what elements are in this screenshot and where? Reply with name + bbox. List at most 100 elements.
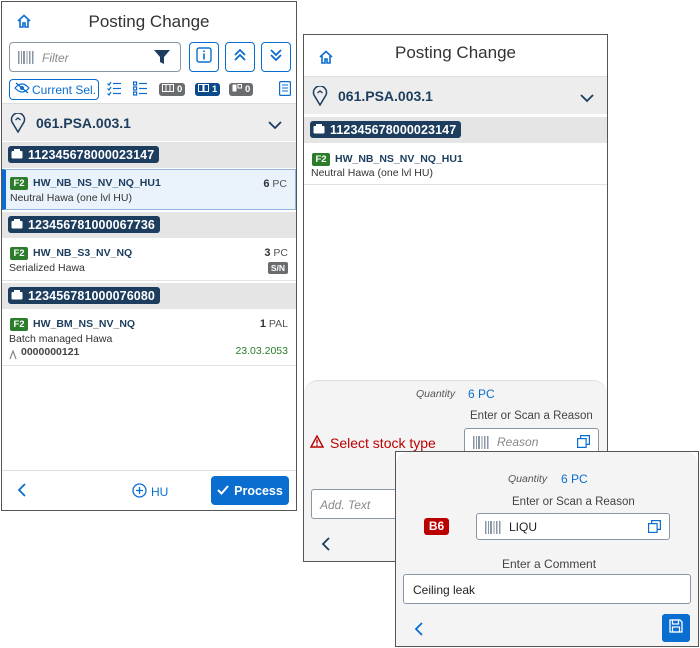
- current-selection-button[interactable]: Current Sel.: [9, 79, 99, 100]
- scroll-up-button[interactable]: [225, 42, 255, 72]
- save-icon: [669, 618, 683, 638]
- quantity-value: 6 PC: [561, 472, 588, 486]
- chip-hu-count-value: 0: [245, 84, 251, 95]
- page-title: Posting Change: [395, 43, 516, 62]
- hu-tag: 123456781000076080: [8, 287, 160, 304]
- stock-icon: [162, 84, 174, 95]
- filter-placeholder: Filter: [42, 51, 69, 65]
- chip-hu-count[interactable]: 0: [229, 83, 254, 96]
- hu-icon: [11, 289, 23, 303]
- eye-off-icon: [14, 82, 30, 97]
- hu-icon: [11, 148, 23, 162]
- chip-stock-count[interactable]: 0: [159, 83, 186, 96]
- hu-number: 112345678000023147: [330, 122, 457, 137]
- current-selection-label: Current Sel.: [32, 82, 97, 97]
- comment-input[interactable]: Ceiling leak: [403, 574, 691, 604]
- shelf-life-date: 23.03.2053: [235, 345, 288, 357]
- quantity-value: 1: [259, 318, 266, 330]
- info-icon: [196, 46, 212, 68]
- hu-icon: [11, 218, 23, 232]
- reason-input[interactable]: LIQU: [476, 513, 670, 540]
- batch-icon: [9, 347, 17, 365]
- reason-label: Enter or Scan a Reason: [512, 496, 635, 508]
- barcode-icon: [485, 521, 501, 539]
- book-icon: [198, 84, 209, 95]
- add-circle-icon: [132, 483, 147, 501]
- storage-bin-label: 061.PSA.003.1: [338, 88, 433, 104]
- add-hu-label: HU: [151, 485, 169, 499]
- quantity-label: Quantity: [416, 388, 456, 400]
- comment-label: Enter a Comment: [502, 557, 597, 571]
- product-description: Batch managed Hawa: [9, 333, 113, 345]
- quantity-value: 6: [263, 178, 270, 190]
- title-bar: Posting Change: [304, 35, 607, 75]
- info-button[interactable]: [189, 42, 219, 72]
- list-item[interactable]: F2 HW_NB_NS_NV_NQ_HU1 Neutral Hawa (one …: [2, 169, 296, 210]
- hu-small-icon: [232, 84, 242, 95]
- additional-text-input[interactable]: Add. Text: [311, 489, 401, 519]
- title-bar: Posting Change: [2, 2, 296, 40]
- quantity: 6 PC: [263, 178, 287, 190]
- stock-type-badge: F2: [10, 318, 28, 331]
- quantity-value: 6 PC: [468, 387, 495, 401]
- product-name: HW_BM_NS_NV_NQ: [33, 318, 136, 330]
- warning-text: Select stock type: [330, 435, 436, 451]
- copy-icon[interactable]: [648, 520, 661, 538]
- quantity: 3 PC: [264, 247, 288, 259]
- product-name: HW_NB_NS_NV_NQ_HU1: [335, 153, 463, 165]
- chip-product-count[interactable]: 1: [195, 83, 221, 96]
- quantity-uom: PAL: [268, 318, 288, 330]
- storage-bin-header[interactable]: 061.PSA.003.1: [2, 103, 296, 141]
- check-icon: [217, 484, 229, 498]
- list-item[interactable]: F2 HW_NB_S3_NV_NQ Serialized Hawa 3 PC S…: [2, 239, 296, 281]
- filter-input[interactable]: Filter: [9, 42, 181, 72]
- back-icon[interactable]: [414, 622, 424, 641]
- product-description: Serialized Hawa: [9, 262, 85, 274]
- list-item[interactable]: F2 HW_BM_NS_NV_NQ Batch managed Hawa 1 P…: [2, 310, 296, 366]
- product-description: Neutral Hawa (one lvl HU): [311, 167, 433, 179]
- quantity-value: 3: [264, 247, 271, 259]
- chevron-down-icon[interactable]: [580, 90, 594, 108]
- double-chevron-down-icon: [269, 48, 283, 67]
- product-name: HW_NB_NS_NV_NQ_HU1: [33, 177, 161, 189]
- hu-number: 112345678000023147: [28, 147, 155, 162]
- process-button[interactable]: Process: [211, 476, 289, 505]
- hu-header[interactable]: 112345678000023147: [2, 142, 296, 168]
- barcode-list-icon[interactable]: [279, 81, 292, 101]
- hu-number: 123456781000076080: [28, 288, 155, 303]
- storage-bin-header[interactable]: 061.PSA.003.1: [304, 76, 607, 114]
- storage-bin-label: 061.PSA.003.1: [36, 115, 131, 131]
- scroll-down-button[interactable]: [261, 42, 291, 72]
- chip-stock-count-value: 0: [177, 84, 183, 95]
- pin-icon: [10, 112, 26, 138]
- hu-header[interactable]: 123456781000076080: [2, 283, 296, 309]
- checklist-icon[interactable]: [107, 81, 121, 101]
- funnel-icon[interactable]: [154, 50, 170, 70]
- list-icon[interactable]: [133, 81, 147, 101]
- back-icon[interactable]: [321, 537, 331, 556]
- list-item[interactable]: F2 HW_NB_NS_NV_NQ_HU1 Neutral Hawa (one …: [304, 145, 607, 185]
- back-icon[interactable]: [17, 483, 27, 502]
- hu-number: 123456781000067736: [28, 217, 155, 232]
- save-button[interactable]: [662, 614, 690, 642]
- barcode-icon: [18, 51, 34, 69]
- screen-reason-entry: Quantity 6 PC Enter or Scan a Reason B6 …: [395, 451, 699, 647]
- stock-type-badge: B6: [424, 518, 449, 535]
- hu-tag: 123456781000067736: [8, 216, 160, 233]
- stock-type-warning: Select stock type: [309, 434, 436, 451]
- quantity: 1 PAL: [260, 318, 288, 330]
- stock-type-badge: F2: [10, 177, 28, 190]
- reason-value: LIQU: [509, 520, 538, 534]
- double-chevron-up-icon: [233, 48, 247, 67]
- add-hu-button[interactable]: HU: [132, 483, 168, 501]
- reason-label: Enter or Scan a Reason: [470, 410, 593, 422]
- reason-panel: Quantity 6 PC Enter or Scan a Reason B6 …: [396, 452, 698, 646]
- chevron-down-icon[interactable]: [268, 117, 282, 135]
- hu-header[interactable]: 112345678000023147: [304, 117, 607, 143]
- hu-header[interactable]: 123456781000067736: [2, 212, 296, 238]
- stock-type-badge: F2: [312, 153, 330, 166]
- hu-tag: 112345678000023147: [8, 146, 160, 163]
- page-title: Posting Change: [88, 12, 210, 31]
- stock-type-badge: F2: [10, 247, 28, 260]
- hu-icon: [313, 123, 325, 137]
